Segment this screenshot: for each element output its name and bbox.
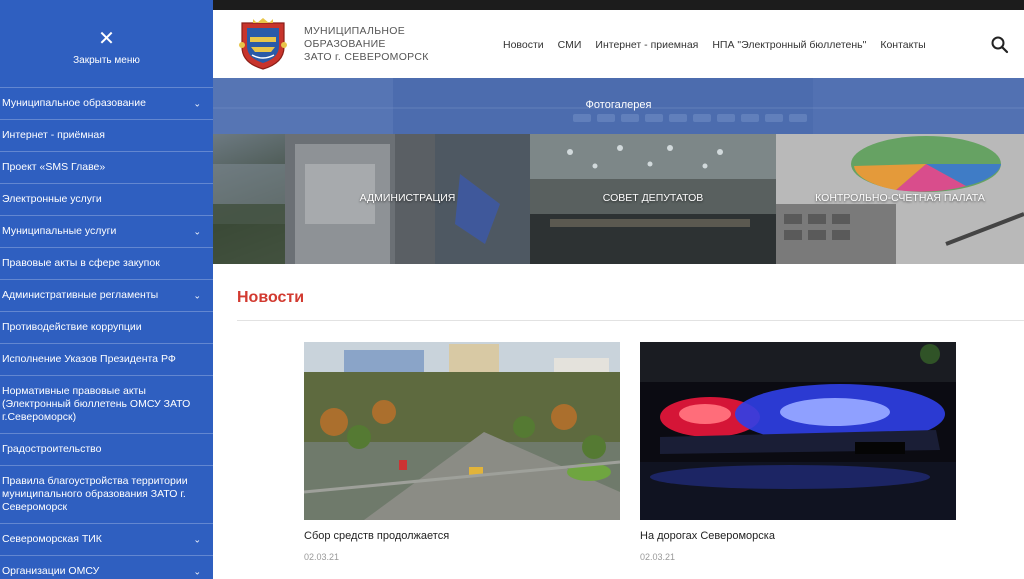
nav-news[interactable]: Новости xyxy=(503,39,544,51)
tile-council-label: СОВЕТ ДЕПУТАТОВ xyxy=(602,192,704,204)
gallery-title[interactable]: Фотогалерея xyxy=(213,99,1024,111)
sidebar-item-label: Электронные услуги xyxy=(2,193,102,205)
org-name-line3: ЗАТО г. СЕВЕРОМОРСК xyxy=(304,51,429,63)
sidebar-item-label: Проект «SMS Главе» xyxy=(2,161,106,173)
news-divider xyxy=(237,320,1024,321)
tile-audit-chamber-label: КОНТРОЛЬНО-СЧЕТНАЯ ПАЛАТА xyxy=(815,192,985,204)
news-card-image[interactable] xyxy=(304,342,620,520)
nav-npa-bulletin[interactable]: НПА "Электронный бюллетень" xyxy=(712,39,866,51)
tile-edge-image xyxy=(213,164,285,264)
photo-gallery-banner: Фотогалерея xyxy=(213,78,1024,134)
news-card-image[interactable] xyxy=(640,342,956,520)
chevron-down-icon[interactable]: ⌄ xyxy=(193,97,201,110)
news-card[interactable]: На дорогах Североморска 02.03.21 xyxy=(640,342,956,562)
sidebar-menu: ✕ Закрыть меню Муниципальное образование… xyxy=(0,0,213,579)
close-menu-button[interactable]: ✕ Закрыть меню xyxy=(0,0,213,87)
news-card-date: 02.03.21 xyxy=(640,552,676,562)
tile-administration-label: АДМИНИСТРАЦИЯ xyxy=(359,192,456,204)
gallery-tile-administration[interactable]: АДМИНИСТРАЦИЯ xyxy=(285,134,530,264)
sidebar-item-7[interactable]: Административные регламенты ⌄ xyxy=(0,280,213,312)
sidebar-item-label: Правовые акты в сфере закупок xyxy=(2,257,160,269)
org-name-line1: МУНИЦИПАЛЬНОЕ xyxy=(304,25,406,37)
sidebar-item-label: Правила благоустройства территории муниц… xyxy=(2,475,188,513)
sidebar-item-1[interactable]: Муниципальное образование ⌄ xyxy=(0,88,213,120)
sidebar-item-label: Муниципальные услуги xyxy=(2,225,117,237)
sidebar-menu-list: Муниципальное образование ⌄ Интернет - при… xyxy=(0,87,213,579)
sidebar-item-label: Противодействие коррупции xyxy=(2,321,142,333)
org-name[interactable]: МУНИЦИПАЛЬНОЕ ОБРАЗОВАНИЕ ЗАТО г. СЕВЕРО… xyxy=(304,25,429,64)
news-card-date: 02.03.21 xyxy=(304,552,340,562)
nav-contacts[interactable]: Контакты xyxy=(880,39,925,51)
coat-of-arms-logo[interactable] xyxy=(238,17,288,71)
sidebar-item-8[interactable]: Противодействие коррупции xyxy=(0,312,213,344)
chevron-down-icon[interactable]: ⌄ xyxy=(193,225,201,238)
sidebar-item-label: Нормативные правовые акты (Электронный б… xyxy=(2,385,191,423)
gallery-tile-audit-chamber[interactable]: КОНТРОЛЬНО-СЧЕТНАЯ ПАЛАТА xyxy=(776,134,1024,264)
org-name-line2: ОБРАЗОВАНИЕ xyxy=(304,38,386,50)
news-section-title: Новости xyxy=(237,289,305,306)
news-card-title[interactable]: На дорогах Североморска xyxy=(640,530,956,542)
top-strip xyxy=(213,0,1024,10)
sidebar-item-2[interactable]: Интернет - приёмная xyxy=(0,120,213,152)
chevron-down-icon[interactable]: ⌄ xyxy=(193,533,201,546)
sidebar-item-3[interactable]: Проект «SMS Главе» xyxy=(0,152,213,184)
gallery-tiles: АДМИНИСТРАЦИЯ СОВЕТ ДЕПУТАТОВ КОНТРОЛЬНО… xyxy=(213,134,1024,264)
sidebar-item-label: Муниципальное образование xyxy=(2,97,146,109)
sidebar-item-10[interactable]: Нормативные правовые акты (Электронный б… xyxy=(0,376,213,434)
chevron-down-icon[interactable]: ⌄ xyxy=(193,565,201,578)
sidebar-item-5[interactable]: Муниципальные услуги ⌄ xyxy=(0,216,213,248)
sidebar-item-label: Градостроительство xyxy=(2,443,102,455)
gallery-tile-council[interactable]: СОВЕТ ДЕПУТАТОВ xyxy=(530,134,776,264)
news-card-title[interactable]: Сбор средств продолжается xyxy=(304,530,620,542)
close-menu-label: Закрыть меню xyxy=(73,55,140,66)
nav-media[interactable]: СМИ xyxy=(558,39,582,51)
sidebar-item-13[interactable]: Североморская ТИК ⌄ xyxy=(0,524,213,556)
search-icon[interactable] xyxy=(990,35,1010,55)
chevron-down-icon[interactable]: ⌄ xyxy=(193,289,201,302)
sidebar-item-label: Организации ОМСУ xyxy=(2,565,100,577)
news-card[interactable]: Сбор средств продолжается 02.03.21 xyxy=(304,342,620,562)
city-park-photo xyxy=(304,342,620,520)
sidebar-item-9[interactable]: Исполнение Указов Президента РФ xyxy=(0,344,213,376)
sidebar-item-label: Административные регламенты xyxy=(2,289,159,301)
sidebar-item-label: Исполнение Указов Президента РФ xyxy=(2,353,176,365)
main-nav: Новости СМИ Интернет - приемная НПА "Эле… xyxy=(503,39,926,51)
sidebar-item-12[interactable]: Правила благоустройства территории муниц… xyxy=(0,466,213,524)
sidebar-item-6[interactable]: Правовые акты в сфере закупок xyxy=(0,248,213,280)
close-icon: ✕ xyxy=(98,28,115,50)
nav-internet-reception[interactable]: Интернет - приемная xyxy=(595,39,698,51)
gallery-tile-edge[interactable] xyxy=(213,134,285,264)
sidebar-item-label: Североморская ТИК xyxy=(2,533,102,545)
sidebar-item-14[interactable]: Организации ОМСУ ⌄ xyxy=(0,556,213,579)
police-lights-photo xyxy=(640,342,956,520)
site-header: МУНИЦИПАЛЬНОЕ ОБРАЗОВАНИЕ ЗАТО г. СЕВЕРО… xyxy=(213,10,1024,78)
sidebar-item-label: Интернет - приёмная xyxy=(2,129,105,141)
sidebar-item-11[interactable]: Градостроительство xyxy=(0,434,213,466)
sidebar-item-4[interactable]: Электронные услуги xyxy=(0,184,213,216)
